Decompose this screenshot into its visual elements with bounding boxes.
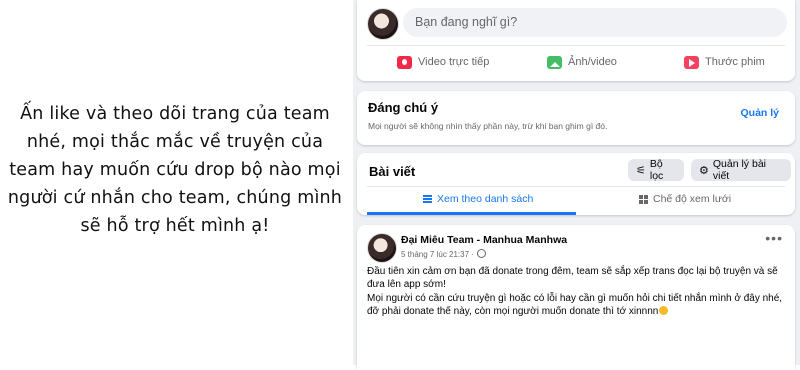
caption-line: người cứ nhắn cho team, chúng mình xyxy=(7,188,343,208)
more-options-button[interactable]: ••• xyxy=(765,230,783,246)
posts-header: Bài viết ⚟ Bộ lọc ⚙ Quản lý bài viết Xem… xyxy=(357,153,795,215)
post-card: Đại Miêu Team - Manhua Manhwa 5 tháng 7 … xyxy=(357,225,795,370)
caption-line: nhé, mọi thắc mắc về truyện của xyxy=(26,132,324,152)
grid-icon xyxy=(639,194,648,204)
filter-button[interactable]: ⚟ Bộ lọc xyxy=(628,158,684,182)
post-composer: Bạn đang nghĩ gì? Video trực tiếp Ảnh/vi… xyxy=(357,0,795,81)
promo-caption: Ấn like và theo dõi trang của team nhé, … xyxy=(0,100,350,240)
tab-grid-label: Chế độ xem lưới xyxy=(653,193,732,205)
photo-video-label: Ảnh/video xyxy=(568,56,617,68)
tab-list-view[interactable]: Xem theo danh sách xyxy=(423,193,533,205)
live-video-button[interactable]: Video trực tiếp xyxy=(397,51,489,73)
filter-icon: ⚟ xyxy=(636,164,646,177)
filter-label: Bộ lọc xyxy=(649,158,664,182)
avatar[interactable] xyxy=(367,233,397,263)
manage-posts-button[interactable]: ⚙ Quản lý bài viết xyxy=(691,158,791,182)
reel-label: Thước phim xyxy=(705,56,765,68)
post-timestamp[interactable]: 5 tháng 7 lúc 21:37 · xyxy=(401,249,486,259)
globe-icon xyxy=(476,249,486,258)
featured-manage-link[interactable]: Quản lý xyxy=(740,107,779,119)
post-paragraph: Đầu tiên xin cảm ơn bạn đã donate trong … xyxy=(367,266,778,291)
featured-title: Đáng chú ý xyxy=(368,100,439,115)
divider xyxy=(367,45,785,46)
divider xyxy=(367,186,785,187)
reel-button[interactable]: Thước phim xyxy=(684,51,765,73)
timestamp-text: 5 tháng 7 lúc 21:37 · xyxy=(401,250,474,259)
photo-video-button[interactable]: Ảnh/video xyxy=(547,51,617,73)
tab-grid-view[interactable]: Chế độ xem lưới xyxy=(639,193,731,205)
tab-list-label: Xem theo danh sách xyxy=(437,193,534,205)
post-paragraph: Mọi người có cần cứu truyện gì hoặc có l… xyxy=(367,292,783,319)
page-feed: Bạn đang nghĩ gì? Video trực tiếp Ảnh/vi… xyxy=(353,0,800,370)
status-input[interactable]: Bạn đang nghĩ gì? xyxy=(403,8,787,37)
live-video-icon xyxy=(397,55,412,69)
caption-line: team hay muốn cứu drop bộ nào mọi xyxy=(9,160,341,180)
avatar[interactable] xyxy=(367,8,399,40)
manage-posts-label: Quản lý bài viết xyxy=(712,158,766,182)
live-video-label: Video trực tiếp xyxy=(418,56,490,68)
caption-line: Ấn like và theo dõi trang của team xyxy=(20,104,330,124)
post-paragraph-text: Mọi người có cần cứu truyện gì hoặc có l… xyxy=(367,292,783,317)
photo-icon xyxy=(547,55,562,69)
caption-line: sẽ hỗ trợ hết mình ạ! xyxy=(80,216,270,236)
gear-icon: ⚙ xyxy=(699,164,709,177)
featured-section: Đáng chú ý Mọi người sẽ không nhìn thấy … xyxy=(357,91,795,145)
posts-title: Bài viết xyxy=(369,164,416,179)
smile-emoji-icon xyxy=(659,305,669,315)
post-body: Đầu tiên xin cảm ơn bạn đã donate trong … xyxy=(367,265,783,318)
list-icon xyxy=(423,195,432,203)
post-author[interactable]: Đại Miêu Team - Manhua Manhwa xyxy=(401,234,567,246)
active-tab-indicator xyxy=(367,212,576,215)
featured-subtitle: Mọi người sẽ không nhìn thấy phần này, t… xyxy=(368,121,608,131)
reel-icon xyxy=(684,55,699,69)
